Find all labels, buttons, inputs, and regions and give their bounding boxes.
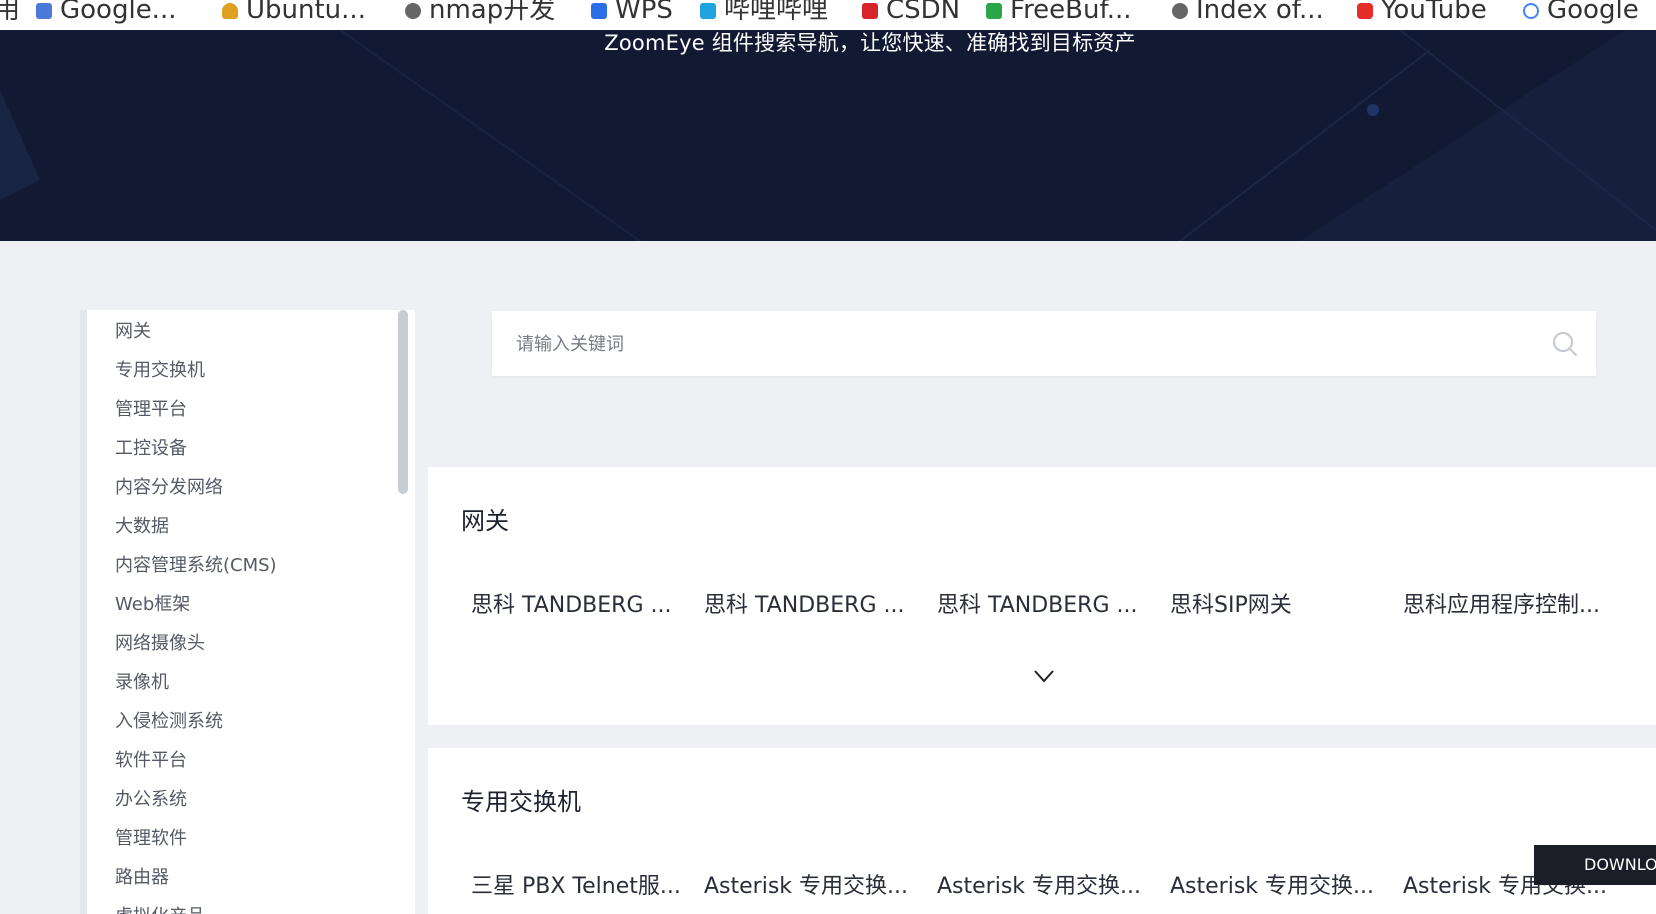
bookmark-label: WPS <box>615 0 673 25</box>
bookmark-item[interactable]: Index of... <box>1172 0 1324 28</box>
sidebar-item-recorder[interactable]: 录像机 <box>115 668 169 694</box>
bilibili-icon <box>700 3 716 19</box>
category-sidebar: 网关 专用交换机 管理平台 工控设备 内容分发网络 大数据 内容管理系统(CMS… <box>80 310 415 914</box>
component-item[interactable]: 思科应用程序控制... <box>1403 587 1600 619</box>
sidebar-item-cdn[interactable]: 内容分发网络 <box>115 473 223 499</box>
bookmark-item[interactable]: Google... <box>36 0 176 28</box>
tux-penguin-icon <box>222 3 238 19</box>
sidebar-item-management-platform[interactable]: 管理平台 <box>115 395 187 421</box>
sidebar-scrollbar[interactable] <box>398 310 408 494</box>
bookmark-item[interactable]: WPS <box>591 0 673 28</box>
sidebar-item-ics-device[interactable]: 工控设备 <box>115 434 187 460</box>
component-item[interactable]: Asterisk 专用交换... <box>1170 868 1374 900</box>
bookmark-label: Google <box>1547 0 1639 25</box>
youtube-icon <box>1357 3 1373 19</box>
sidebar-item-pbx[interactable]: 专用交换机 <box>115 356 205 382</box>
bookmarks-bar: 用 Google... Ubuntu... nmap开发 WPS 哔哩哔哩 CS… <box>0 0 1656 30</box>
bookmark-label: FreeBuf... <box>1010 0 1132 25</box>
download-button[interactable]: DOWNLOAD <box>1534 845 1656 885</box>
search-input[interactable] <box>514 327 1518 361</box>
bookmark-label: Google... <box>60 0 177 25</box>
sidebar-item-web-framework[interactable]: Web框架 <box>115 590 190 616</box>
sidebar-item-software-platform[interactable]: 软件平台 <box>115 746 187 772</box>
category-section-gateway: 网关 思科 TANDBERG ... 思科 TANDBERG ... 思科 TA… <box>428 467 1656 725</box>
component-item[interactable]: 思科 TANDBERG ... <box>937 587 1137 619</box>
sidebar-item-office-system[interactable]: 办公系统 <box>115 785 187 811</box>
section-title: 专用交换机 <box>461 788 581 816</box>
bookmark-item[interactable]: Google <box>1523 0 1639 28</box>
component-item[interactable]: Asterisk 专用交换... <box>704 868 908 900</box>
csdn-icon <box>862 3 878 19</box>
wps-icon <box>591 3 607 19</box>
component-item[interactable]: 三星 PBX Telnet服... <box>471 868 681 900</box>
google-icon <box>1523 3 1539 19</box>
bookmark-label: 用 <box>0 0 21 25</box>
google-translate-icon <box>36 3 52 19</box>
sidebar-item-gateway[interactable]: 网关 <box>115 317 151 343</box>
bookmark-label: nmap开发 <box>429 0 556 25</box>
bookmark-item[interactable]: nmap开发 <box>405 0 555 28</box>
bookmark-label: Ubuntu... <box>246 0 366 25</box>
sidebar-item-cms[interactable]: 内容管理系统(CMS) <box>115 551 277 577</box>
bookmark-label: YouTube <box>1381 0 1487 25</box>
hero-background-pattern <box>0 30 1656 241</box>
search-icon[interactable] <box>1552 331 1578 357</box>
globe-icon <box>405 3 421 19</box>
component-item[interactable]: 思科 TANDBERG ... <box>704 587 904 619</box>
bookmark-item[interactable]: 用 <box>0 0 20 28</box>
sidebar-item-big-data[interactable]: 大数据 <box>115 512 169 538</box>
chevron-down-icon[interactable] <box>1032 667 1056 685</box>
hero-banner: ZoomEye 组件搜索导航，让您快速、准确找到目标资产 <box>0 30 1656 241</box>
sidebar-item-ids[interactable]: 入侵检测系统 <box>115 707 223 733</box>
bookmark-item[interactable]: 哔哩哔哩 <box>700 0 828 28</box>
bookmark-label: CSDN <box>886 0 961 25</box>
component-item[interactable]: Asterisk 专用交换... <box>937 868 1141 900</box>
sidebar-item-webcam[interactable]: 网络摄像头 <box>115 629 205 655</box>
component-item[interactable]: 思科 TANDBERG ... <box>471 587 671 619</box>
bookmark-item[interactable]: FreeBuf... <box>986 0 1132 28</box>
bookmark-item[interactable]: YouTube <box>1357 0 1487 28</box>
freebuf-icon <box>986 3 1002 19</box>
category-section-pbx: 专用交换机 三星 PBX Telnet服... Asterisk 专用交换...… <box>428 748 1656 914</box>
bookmark-item[interactable]: Ubuntu... <box>222 0 366 28</box>
hero-subtitle: ZoomEye 组件搜索导航，让您快速、准确找到目标资产 <box>604 31 1136 55</box>
globe-icon <box>1172 3 1188 19</box>
sidebar-item-router[interactable]: 路由器 <box>115 863 169 889</box>
bookmark-label: 哔哩哔哩 <box>724 0 829 25</box>
bookmark-item[interactable]: CSDN <box>862 0 960 28</box>
bookmark-label: Index of... <box>1196 0 1324 25</box>
search-box <box>492 311 1596 376</box>
component-item[interactable]: 思科SIP网关 <box>1170 587 1292 619</box>
sidebar-item-virtualization[interactable]: 虚拟化产品 <box>115 902 205 914</box>
sidebar-item-management-software[interactable]: 管理软件 <box>115 824 187 850</box>
section-title: 网关 <box>461 507 509 535</box>
